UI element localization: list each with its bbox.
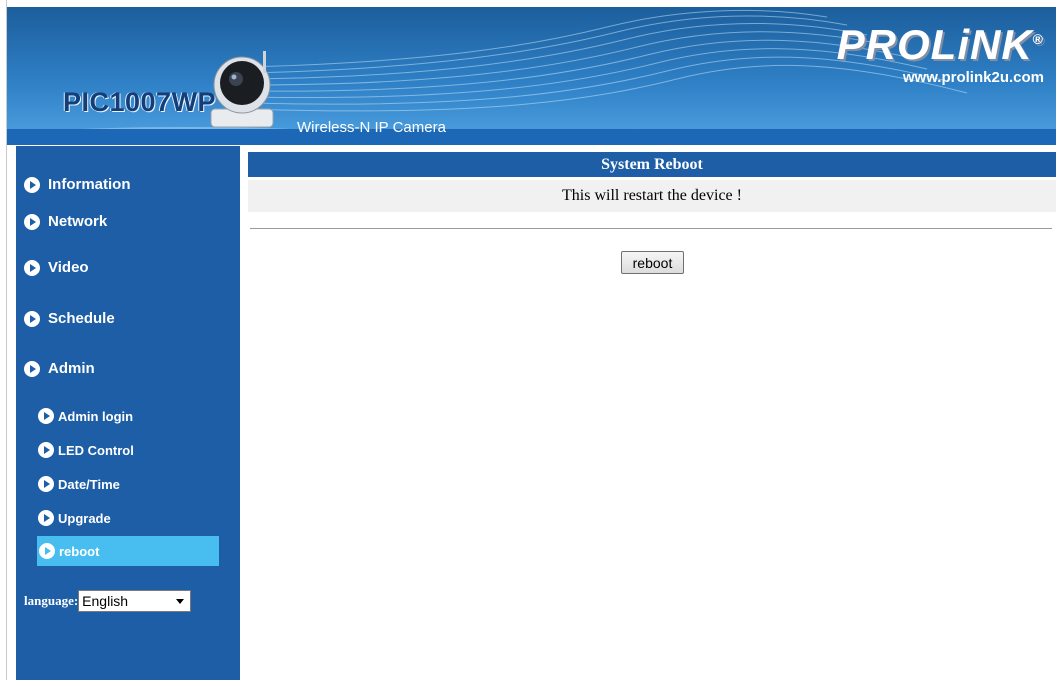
sidebar-subitem-date-time[interactable]: Date/Time	[38, 470, 218, 498]
arrow-circle-icon	[24, 310, 40, 327]
page-title: System Reboot	[248, 152, 1056, 177]
brand-logo: PROLiNK®	[836, 21, 1044, 68]
sidebar-item-label: Information	[48, 176, 131, 193]
arrow-circle-icon	[38, 408, 54, 424]
camera-icon	[210, 51, 274, 128]
model-name: PIC1007WP	[63, 87, 217, 117]
sidebar-item-label: Admin	[48, 360, 95, 377]
sidebar-subitem-label: Date/Time	[58, 476, 120, 492]
sidebar-item-video[interactable]: Video	[24, 259, 89, 276]
reboot-message: This will restart the device !	[248, 180, 1056, 212]
header-bottom-bar	[7, 129, 1056, 145]
sidebar-item-network[interactable]: Network	[24, 213, 107, 230]
arrow-circle-icon	[38, 442, 54, 458]
language-selector: language: English	[24, 590, 192, 612]
arrow-circle-icon	[24, 259, 40, 276]
arrow-circle-icon	[24, 176, 40, 193]
product-subtitle: Wireless-N IP Camera	[297, 119, 446, 136]
chevron-down-icon	[176, 598, 185, 604]
sidebar-item-schedule[interactable]: Schedule	[24, 310, 115, 327]
brand-url: www.prolink2u.com	[902, 69, 1044, 86]
arrow-circle-icon	[24, 360, 40, 377]
language-value: English	[82, 593, 129, 609]
sidebar-subitem-admin-login[interactable]: Admin login	[38, 402, 218, 430]
sidebar-subitem-upgrade[interactable]: Upgrade	[38, 504, 218, 532]
arrow-circle-icon	[24, 213, 40, 230]
sidebar-subitem-label: LED Control	[58, 442, 134, 458]
sidebar-subitem-label: Admin login	[58, 408, 134, 424]
language-label: language:	[24, 593, 79, 608]
arrow-circle-icon	[39, 543, 55, 559]
sidebar-item-label: Schedule	[48, 310, 115, 327]
sidebar-item-label: Network	[48, 213, 108, 230]
arrow-circle-icon	[38, 476, 54, 492]
language-dropdown[interactable]: English	[78, 590, 192, 612]
sidebar-subitem-reboot[interactable]: reboot	[37, 536, 219, 566]
arrow-circle-icon	[38, 510, 54, 526]
sidebar-item-information[interactable]: Information	[24, 176, 131, 193]
reboot-button[interactable]: reboot	[621, 251, 684, 274]
sidebar-subitem-label: Upgrade	[58, 510, 111, 526]
sidebar: Information Network Video Schedule Admin…	[16, 146, 240, 680]
sidebar-item-admin[interactable]: Admin	[24, 360, 95, 377]
divider	[250, 228, 1052, 229]
sidebar-subitem-led-control[interactable]: LED Control	[38, 436, 218, 464]
sidebar-subitem-label: reboot	[59, 543, 100, 559]
header-banner: PIC1007WP Wireless-N IP Camera PROLiNK® …	[7, 7, 1056, 145]
sidebar-item-label: Video	[48, 259, 89, 276]
